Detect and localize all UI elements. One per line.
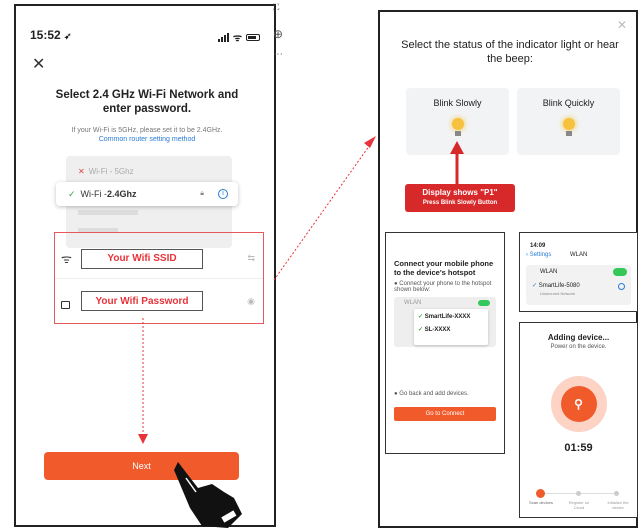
lock-icon: 🔒︎ xyxy=(200,190,204,197)
wlan-toggle-row: WLAN ✓ SmartLife-5080 Unsecured Network xyxy=(526,265,631,305)
step-dot xyxy=(576,491,581,496)
left-phone-screenshot: 15:52 ➶ ᯤ ✕ Select 2.4 GHz Wi-Fi Network… xyxy=(14,4,276,527)
info-icon[interactable] xyxy=(618,283,625,290)
wlan-label: WLAN xyxy=(540,269,558,275)
callout-main: Display shows "P1" xyxy=(422,188,498,197)
adding-device-panel: Adding device... Power on the device. ⚲ … xyxy=(519,322,638,518)
step-dot-active xyxy=(536,489,545,498)
password-row: Your Wifi Password ◉ xyxy=(55,281,263,321)
wifi-icon: ᯤ xyxy=(232,33,242,44)
close-icon[interactable]: ✕ xyxy=(617,18,627,32)
side-toolbar: ⛶ ⊕ ⋯ xyxy=(273,2,289,60)
signal-icon xyxy=(217,32,229,42)
adding-subtitle: Power on the device. xyxy=(550,344,607,350)
wlan-toggle[interactable] xyxy=(613,268,627,276)
hint-text: If your Wi-Fi is 5GHz, please set it to … xyxy=(71,127,223,134)
info-icon[interactable]: i xyxy=(218,189,228,199)
callout-sub: Press Blink Slowly Button xyxy=(422,200,498,206)
step-label-scan: Scan devices xyxy=(529,500,553,505)
progress-steps: Scan devices Register on Cloud Initializ… xyxy=(526,489,632,513)
hotspot-net-list: ✓ SmartLife-XXXX ✓ SL-XXXX xyxy=(414,309,488,345)
settings-panel: 14:09 ‹ Settings WLAN WLAN ✓ SmartLife-5… xyxy=(519,232,638,312)
indicator-title: Select the status of the indicator light… xyxy=(401,39,619,65)
blink-quickly-label: Blink Quickly xyxy=(542,98,595,108)
up-arrow xyxy=(450,141,464,186)
blocked-icon: ✕ xyxy=(78,166,85,176)
settings-time: 14:09 xyxy=(530,243,546,249)
go-connect-button[interactable]: Go to Connect xyxy=(394,407,496,421)
hotspot-panel: Connect your mobile phone to the device'… xyxy=(385,232,505,454)
zoom-icon[interactable]: ⊕ xyxy=(273,27,289,41)
ssid-field[interactable]: Your Wifi SSID xyxy=(81,248,203,269)
hotspot-step2: ● Go back and add devices. xyxy=(394,391,469,397)
eye-icon[interactable]: ◉ xyxy=(247,296,255,307)
step-label-register: Register on Cloud xyxy=(568,500,590,510)
status-time: 15:52 xyxy=(30,28,61,42)
toggle-switch[interactable] xyxy=(478,300,490,306)
location-icon: ➶ xyxy=(64,31,72,41)
connector-arrow xyxy=(273,136,376,281)
password-field[interactable]: Your Wifi Password xyxy=(81,291,203,311)
blink-slowly-label: Blink Slowly xyxy=(433,98,482,108)
lightbulb-icon xyxy=(451,118,464,130)
hotspot-net-2[interactable]: ✓ SL-XXXX xyxy=(414,320,488,333)
annotation-callout: Display shows "P1" Press Blink Slowly Bu… xyxy=(405,184,515,212)
wlan-header: WLAN xyxy=(404,300,422,306)
frequency-hint: If your Wi-Fi is 5GHz, please set it to … xyxy=(42,126,252,144)
settings-network[interactable]: ✓ SmartLife-5080 Unsecured Network xyxy=(532,283,580,298)
lightbulb-icon xyxy=(562,118,575,130)
network-band: 2.4Ghz xyxy=(107,189,137,199)
more-icon[interactable]: ⋯ xyxy=(273,49,289,60)
check-icon: ✓ xyxy=(68,188,76,199)
status-bar: 15:52 ➶ ᯤ xyxy=(30,28,260,44)
page-title: Select 2.4 GHz Wi-Fi Network and enter p… xyxy=(55,89,239,115)
hotspot-step1: ● Connect your phone to the hotspot show… xyxy=(394,281,492,293)
wifi-icon: ᯤ xyxy=(61,252,72,266)
hand-pointer-icon xyxy=(174,462,242,528)
settings-back-link[interactable]: ‹ Settings xyxy=(526,252,551,258)
blink-quickly-card[interactable]: Blink Quickly xyxy=(517,88,620,155)
credentials-box: ᯤ Your Wifi SSID ⇆ Your Wifi Password ◉ xyxy=(54,232,264,324)
network-item-5ghz[interactable]: ✕ Wi-Fi - 5Ghz xyxy=(66,160,232,182)
step-dot xyxy=(614,491,619,496)
close-icon[interactable]: ✕ xyxy=(32,54,45,74)
settings-header: WLAN xyxy=(570,252,588,258)
search-icon: ⚲ xyxy=(574,397,583,411)
step-label-initialize: Initialize the device xyxy=(607,500,629,510)
down-arrow xyxy=(138,318,148,444)
network-prefix: Wi-Fi - xyxy=(80,189,108,199)
scan-animation: ⚲ xyxy=(550,376,607,432)
lock-icon xyxy=(61,301,70,309)
hotspot-title: Connect your mobile phone to the device'… xyxy=(394,259,494,277)
battery-icon xyxy=(246,33,260,41)
countdown-timer: 01:59 xyxy=(564,442,593,454)
hotspot-net-1[interactable]: ✓ SmartLife-XXXX xyxy=(414,309,488,320)
adding-title: Adding device... xyxy=(547,333,610,342)
expand-icon[interactable]: ⛶ xyxy=(273,2,289,13)
ssid-row: ᯤ Your Wifi SSID ⇆ xyxy=(55,239,263,279)
swap-icon[interactable]: ⇆ xyxy=(247,253,255,264)
network-name: Wi-Fi - 5Ghz xyxy=(88,166,134,176)
router-setting-link[interactable]: Common router setting method xyxy=(42,135,252,144)
network-item-selected[interactable]: ✓ Wi-Fi - 2.4Ghz 🔒︎ i xyxy=(56,182,238,206)
hotspot-wlan-card: WLAN ✓ SmartLife-XXXX ✓ SL-XXXX xyxy=(394,297,496,347)
